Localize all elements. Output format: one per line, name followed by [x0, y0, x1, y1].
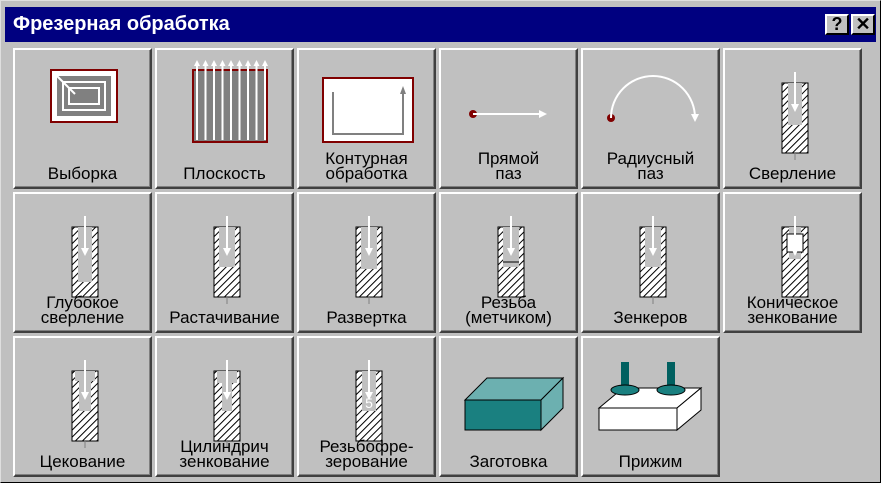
tool-konturnaya-label: Контурная обработка: [325, 149, 408, 183]
tool-tsilindrich-button[interactable]: Цилиндрич зенкование: [155, 336, 294, 477]
tool-razvertka-button[interactable]: Развертка: [297, 192, 436, 333]
tool-prizhim-label: Прижим: [618, 452, 683, 471]
tool-rezbofrezerovanie-button[interactable]: 5 Резьбофре- зерование: [297, 336, 436, 477]
tool-glubokoe-sverlenie-label: Глубокое сверление: [40, 293, 125, 327]
tool-sverlenie-label: Сверление: [748, 164, 837, 183]
tool-radiusny-paz-label: Радиусный паз: [606, 149, 695, 183]
milling-dialog: Фрезерная обработка ? ✕ Выборка Плоскост…: [0, 0, 881, 483]
tool-glubokoe-sverlenie-button[interactable]: Глубокое сверление: [13, 192, 152, 333]
tool-zenkerov-button[interactable]: Зенкеров: [581, 192, 720, 333]
tool-razvertka-label: Развертка: [326, 308, 407, 327]
tool-sverlenie-button[interactable]: Сверление: [723, 48, 862, 189]
tool-konicheskoe-label: Коническое зенкование: [746, 293, 839, 327]
tool-zagotovka-button[interactable]: Заготовка: [439, 336, 578, 477]
help-button[interactable]: ?: [825, 14, 849, 35]
tool-prizhim-button[interactable]: Прижим: [581, 336, 720, 477]
title-bar[interactable]: Фрезерная обработка ? ✕: [5, 7, 876, 42]
window-title: Фрезерная обработка: [13, 13, 230, 35]
tool-pryamoy-paz-button[interactable]: Прямой паз: [439, 48, 578, 189]
tool-radiusny-paz-button[interactable]: Радиусный паз: [581, 48, 720, 189]
tool-pryamoy-paz-label: Прямой паз: [477, 149, 540, 183]
tool-ploskost-button[interactable]: Плоскость: [155, 48, 294, 189]
tool-rastachivanie-button[interactable]: Растачивание: [155, 192, 294, 333]
tool-rezbofrezerovanie-label: Резьбофре- зерование: [319, 437, 414, 471]
tool-rezba-button[interactable]: Резьба (метчиком): [439, 192, 578, 333]
tool-ploskost-label: Плоскость: [183, 164, 266, 183]
tool-konturnaya-button[interactable]: Контурная обработка: [297, 48, 436, 189]
close-button[interactable]: ✕: [851, 14, 875, 35]
tool-vyborka-button[interactable]: Выборка: [13, 48, 152, 189]
tool-rezba-label: Резьба (метчиком): [465, 293, 552, 327]
tool-grid: Выборка Плоскость Контурная обработка Пр…: [13, 48, 881, 480]
tool-rastachivanie-label: Растачивание: [169, 308, 280, 327]
tool-tsekovanie-button[interactable]: Цекование: [13, 336, 152, 477]
tool-vyborka-label: Выборка: [47, 164, 118, 183]
tool-tsilindrich-label: Цилиндрич зенкование: [179, 437, 270, 471]
tool-zagotovka-label: Заготовка: [469, 452, 548, 471]
tool-konicheskoe-button[interactable]: Коническое зенкование: [723, 192, 862, 333]
tool-tsekovanie-label: Цекование: [39, 452, 126, 471]
tool-zenkerov-label: Зенкеров: [613, 308, 688, 327]
